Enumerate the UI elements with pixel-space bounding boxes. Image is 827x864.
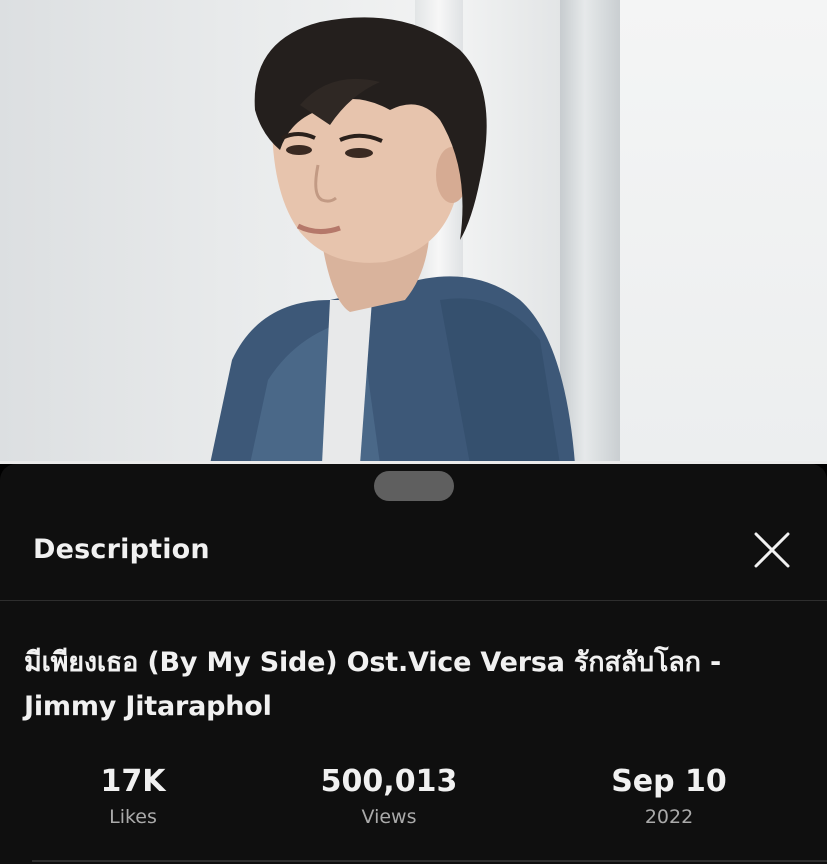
likes-count: 17K — [100, 764, 166, 799]
description-sheet: Description มีเพียงเธอ (By My Side) Ost.… — [0, 464, 827, 864]
sheet-header: Description — [0, 518, 827, 601]
views-stat: 500,013 Views — [279, 762, 499, 832]
video-stats: 17K Likes 500,013 Views Sep 10 2022 — [0, 762, 827, 842]
divider — [32, 860, 827, 862]
video-thumbnail-person — [210, 17, 575, 464]
likes-label: Likes — [109, 806, 157, 828]
views-label: Views — [361, 806, 417, 828]
publish-date: Sep 10 — [611, 764, 727, 799]
sheet-title: Description — [33, 534, 210, 565]
drag-handle[interactable] — [374, 471, 454, 501]
publish-year: 2022 — [644, 806, 694, 828]
close-button[interactable] — [748, 526, 796, 574]
close-icon — [754, 532, 790, 568]
video-player[interactable] — [0, 0, 827, 464]
video-title: มีเพียงเธอ (By My Side) Ost.Vice Versa ร… — [24, 647, 721, 722]
date-stat: Sep 10 2022 — [559, 762, 779, 832]
views-count: 500,013 — [320, 764, 458, 799]
likes-stat: 17K Likes — [23, 762, 243, 832]
